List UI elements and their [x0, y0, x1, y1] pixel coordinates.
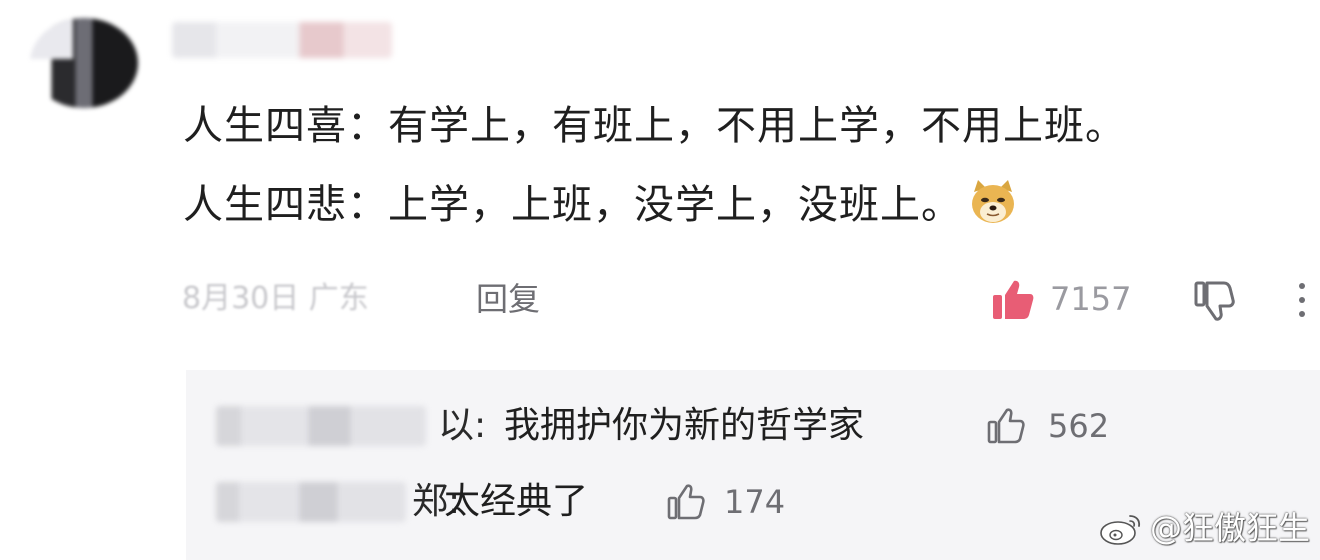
reply-text: 我拥护你为新的哲学家 — [504, 405, 865, 446]
reply-text: 太经典了 — [444, 481, 589, 522]
watermark: @狂傲狂生 — [1098, 506, 1310, 550]
reply-button[interactable]: 回复 — [476, 276, 540, 322]
weibo-logo-icon — [1100, 515, 1141, 545]
thumbs-up-filled-icon[interactable] — [990, 277, 1036, 323]
comment-date-location: 8月30日 广东 — [182, 281, 369, 316]
comment-text-line-2: 人生四悲：上学，上班，没学上，没班上。 — [183, 178, 1018, 231]
watermark-text: @狂傲狂生 — [1149, 509, 1310, 547]
reply-username-blurred[interactable] — [216, 406, 426, 446]
reply-username-suffix[interactable]: 以: — [438, 398, 486, 454]
reply-username-blurred[interactable] — [216, 482, 406, 522]
thumbs-up-icon[interactable] — [666, 482, 706, 522]
comment-like-count: 7157 — [1050, 280, 1132, 318]
doge-emoji-icon — [972, 180, 1014, 223]
comment-text-line-1: 人生四喜：有学上，有班上，不用上学，不用上班。 — [183, 103, 1126, 149]
reply-like-count: 562 — [1048, 407, 1110, 445]
comment-text-line-2-text: 人生四悲：上学，上班，没学上，没班上。 — [183, 182, 962, 228]
username-blurred[interactable] — [172, 22, 392, 58]
thumbs-down-icon[interactable] — [1193, 279, 1237, 323]
more-options-icon[interactable] — [1294, 278, 1310, 322]
avatar[interactable] — [30, 18, 138, 108]
reply-like-count: 174 — [724, 483, 786, 521]
thumbs-up-icon[interactable] — [986, 406, 1026, 446]
